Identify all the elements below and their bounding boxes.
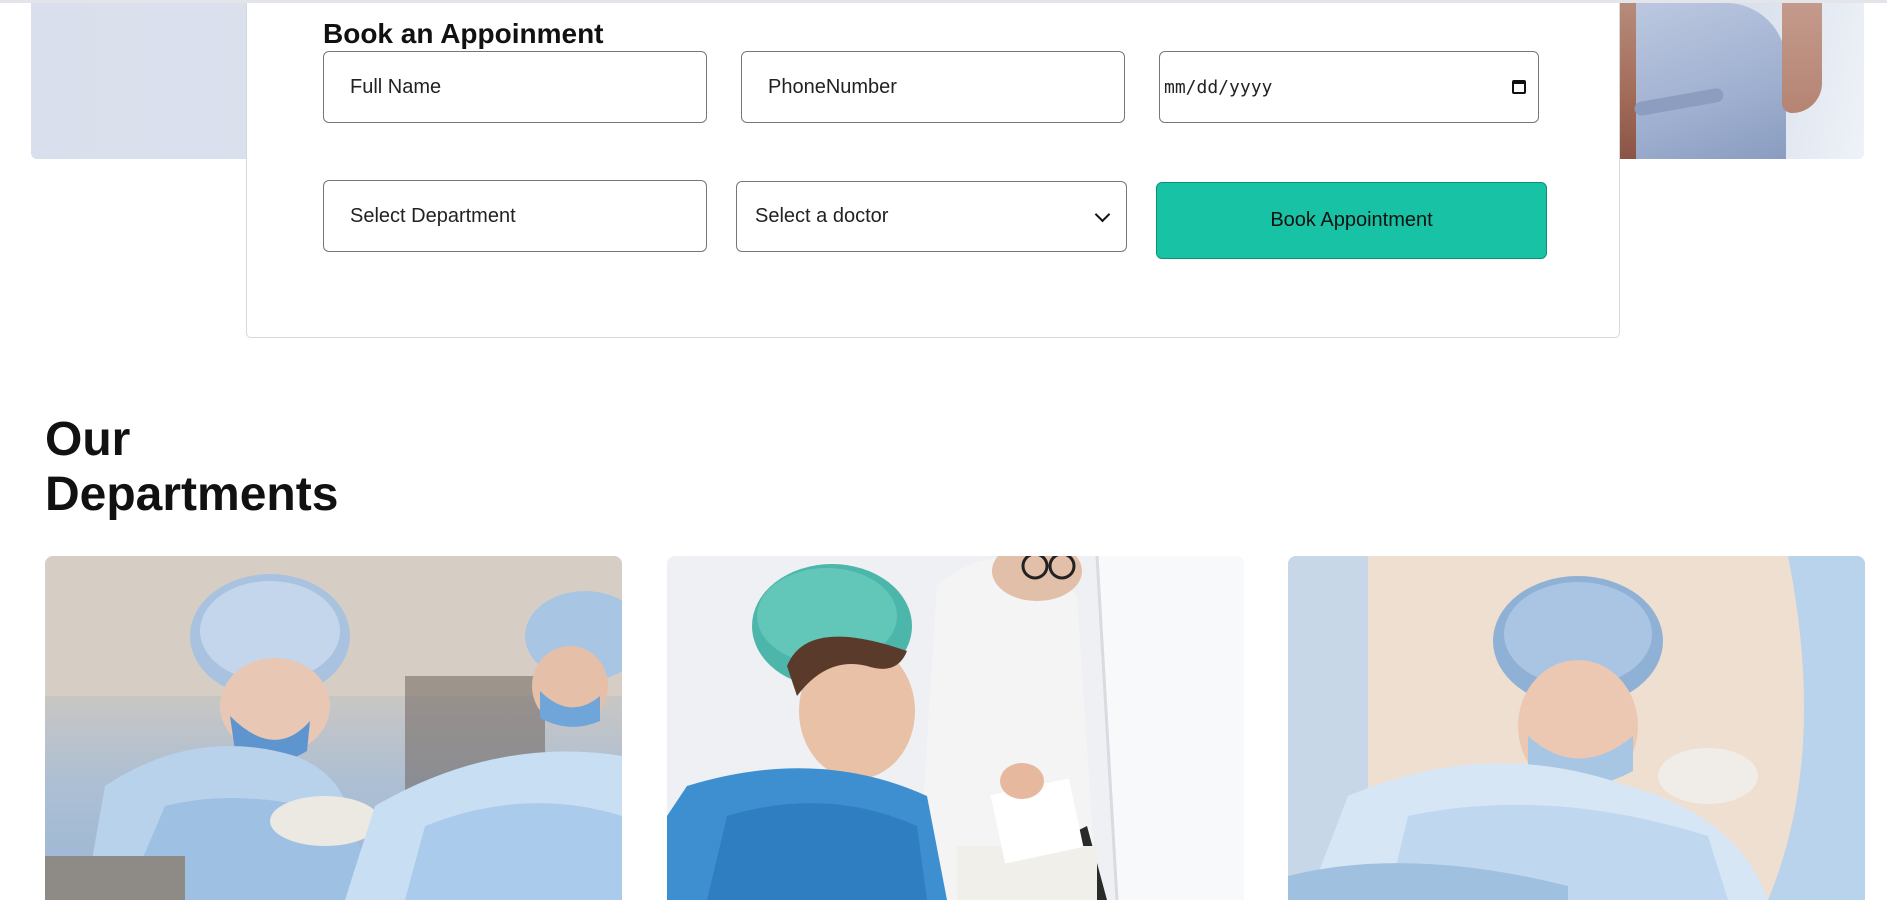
department-card-3[interactable] (1288, 556, 1865, 900)
full-name-input[interactable]: Full Name (323, 51, 707, 123)
nurse-with-tablet-photo (667, 556, 1244, 900)
hero-photo (1614, 3, 1864, 159)
surgeon-in-mask-photo (1288, 556, 1865, 900)
phone-number-input[interactable]: PhoneNumber (741, 51, 1125, 123)
departments-heading-line1: Our (45, 413, 131, 466)
booking-title: Book an Appoinment (323, 18, 604, 49)
departments-heading-line2: Departments (45, 468, 339, 521)
department-placeholder: Select Department (350, 204, 516, 227)
book-appointment-button[interactable]: Book Appointment (1156, 182, 1547, 259)
department-input[interactable]: Select Department (323, 180, 707, 252)
chevron-down-icon (1094, 206, 1111, 222)
page: Book an Appoinment Full Name PhoneNumber… (0, 0, 1887, 900)
phone-number-placeholder: PhoneNumber (768, 75, 897, 98)
calendar-icon[interactable] (1512, 80, 1526, 94)
department-card-1[interactable] (45, 556, 622, 900)
date-placeholder: mm/dd/yyyy (1164, 76, 1273, 98)
departments-heading: Our Departments (45, 412, 365, 522)
doctor-select-value: Select a doctor (755, 205, 889, 227)
doctor-select[interactable]: Select a doctor (736, 181, 1127, 252)
surgeons-operating-photo (45, 556, 622, 900)
full-name-placeholder: Full Name (350, 75, 442, 98)
department-card-2[interactable] (667, 556, 1244, 900)
date-input[interactable]: mm/dd/yyyy (1159, 51, 1539, 123)
booking-card: Book an Appoinment Full Name PhoneNumber… (246, 3, 1620, 338)
